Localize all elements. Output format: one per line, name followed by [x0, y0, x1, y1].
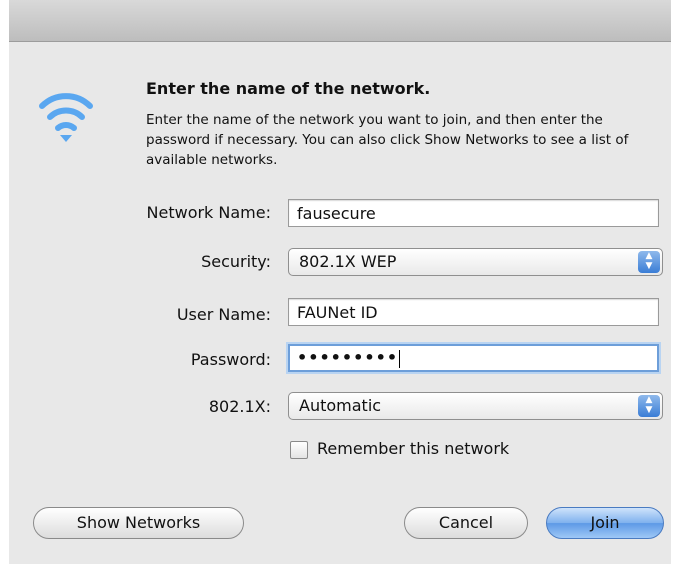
- network-name-label: Network Name:: [146, 203, 271, 222]
- security-popup[interactable]: 802.1X WEP ▲ ▼: [288, 248, 663, 276]
- eap-popup[interactable]: Automatic ▲ ▼: [288, 392, 663, 420]
- eap-value: Automatic: [299, 396, 382, 415]
- popup-arrows-icon: ▲ ▼: [638, 251, 660, 273]
- password-input[interactable]: •••••••••: [288, 344, 659, 372]
- dialog-description: Enter the name of the network you want t…: [146, 112, 629, 168]
- remember-network-label[interactable]: Remember this network: [317, 439, 509, 458]
- window-titlebar[interactable]: [9, 0, 671, 42]
- security-value: 802.1X WEP: [299, 252, 397, 271]
- join-network-dialog: Enter the name of the network. Enter the…: [9, 0, 671, 564]
- eap-label: 802.1X:: [208, 397, 271, 416]
- show-networks-button[interactable]: Show Networks: [33, 507, 244, 539]
- wifi-icon: [38, 80, 94, 146]
- password-dots: •••••••••: [297, 348, 399, 367]
- remember-network-checkbox[interactable]: [290, 441, 308, 459]
- network-name-input[interactable]: fausecure: [288, 199, 659, 227]
- cancel-button[interactable]: Cancel: [404, 507, 528, 539]
- password-label: Password:: [190, 350, 271, 369]
- security-label: Security:: [201, 252, 271, 271]
- join-button[interactable]: Join: [546, 507, 664, 539]
- dialog-heading: Enter the name of the network.: [146, 79, 431, 98]
- popup-arrows-icon: ▲ ▼: [638, 395, 660, 417]
- user-name-input[interactable]: FAUNet ID: [288, 298, 659, 326]
- user-name-label: User Name:: [176, 305, 271, 324]
- text-caret: [399, 349, 401, 368]
